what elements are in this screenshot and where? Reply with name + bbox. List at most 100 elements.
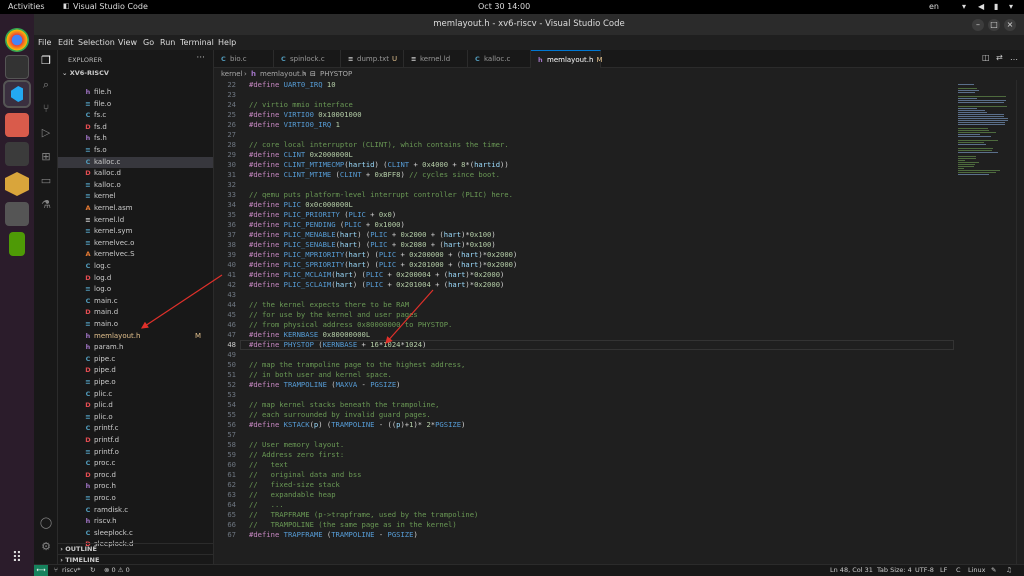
tab-kernel-ld[interactable]: ≡ kernel.ld xyxy=(404,50,468,68)
breadcrumb-symbol[interactable]: PHYSTOP xyxy=(320,68,352,80)
trash-icon[interactable] xyxy=(9,232,25,256)
vscode-icon[interactable] xyxy=(3,80,31,108)
file-item[interactable]: h param.h xyxy=(58,342,213,354)
menu-terminal[interactable]: Terminal xyxy=(180,38,214,47)
file-item[interactable]: h proc.h xyxy=(58,481,213,493)
battery-icon[interactable]: ▮ xyxy=(994,2,998,11)
file-item[interactable]: Clog.c xyxy=(58,261,213,273)
account-icon[interactable]: ◯ xyxy=(39,516,53,530)
file-item[interactable]: ≡ plic.o xyxy=(58,412,213,424)
menu-edit[interactable]: Edit xyxy=(58,38,74,47)
file-item[interactable]: ≡ file.o xyxy=(58,99,213,111)
notifications-bell-icon[interactable]: ♫ xyxy=(1006,565,1012,576)
settings-gear-icon[interactable]: ⚙ xyxy=(39,540,53,554)
git-branch[interactable]: riscv* xyxy=(62,565,81,576)
vertical-scrollbar[interactable] xyxy=(1016,80,1024,564)
file-item[interactable]: Cproc.c xyxy=(58,458,213,470)
file-item[interactable]: Dpipe.d xyxy=(58,365,213,377)
run-debug-icon[interactable]: ▷ xyxy=(39,126,53,140)
file-item[interactable]: Dplic.d xyxy=(58,400,213,412)
maximize-button[interactable]: □ xyxy=(988,19,1000,31)
code-editor[interactable]: 22 #define UART0_IRQ 10 23 24 // virtio mmio… xyxy=(214,80,954,564)
menu-go[interactable]: Go xyxy=(143,38,154,47)
split-editor-icon[interactable]: ◫ xyxy=(982,53,990,62)
outline-section[interactable]: › OUTLINE xyxy=(58,543,214,554)
project-folder[interactable]: ⌄ XV6-RISCV xyxy=(62,69,109,77)
close-button[interactable]: × xyxy=(1004,19,1016,31)
tab-kalloc-c[interactable]: Ckalloc.c xyxy=(468,50,531,68)
tab-size[interactable]: Tab Size: 4 xyxy=(877,565,912,576)
file-item[interactable]: h memlayout.h M xyxy=(58,331,213,343)
file-item[interactable]: ≡ kernel.sym xyxy=(58,226,213,238)
testing-icon[interactable]: ⚗ xyxy=(39,198,53,212)
file-item[interactable]: ≡ kernel xyxy=(58,191,213,203)
remote-explorer-icon[interactable]: ▭ xyxy=(39,174,53,188)
remote-indicator-icon[interactable]: ⟷ xyxy=(34,565,48,576)
language-indicator[interactable]: en xyxy=(929,2,939,11)
file-item[interactable]: Dproc.d xyxy=(58,470,213,482)
disk-icon[interactable] xyxy=(5,202,29,226)
file-item[interactable]: Cpipe.c xyxy=(58,354,213,366)
file-item[interactable]: Dprintf.d xyxy=(58,435,213,447)
file-item[interactable]: ≡ kernel.ld xyxy=(58,215,213,227)
tab-bio-c[interactable]: Cbio.c xyxy=(214,50,274,68)
file-item[interactable]: Cramdisk.c xyxy=(58,505,213,517)
file-item[interactable]: Akernel.asm xyxy=(58,203,213,215)
file-item[interactable]: ≡ pipe.o xyxy=(58,377,213,389)
files-icon[interactable] xyxy=(5,113,29,137)
file-item[interactable]: ≡ printf.o xyxy=(58,447,213,459)
sync-icon[interactable]: ↻ xyxy=(90,565,95,576)
search-icon[interactable]: ⌕ xyxy=(39,78,53,92)
cursor-position[interactable]: Ln 48, Col 31 xyxy=(830,565,873,576)
file-item[interactable]: Dfs.d xyxy=(58,122,213,134)
file-item[interactable]: ≡ fs.o xyxy=(58,145,213,157)
extensions-icon[interactable]: ⊞ xyxy=(39,150,53,164)
file-item[interactable]: Dmain.d xyxy=(58,307,213,319)
os-indicator[interactable]: Linux xyxy=(968,565,986,576)
file-item[interactable]: ≡ proc.o xyxy=(58,493,213,505)
minimize-button[interactable]: – xyxy=(972,19,984,31)
tab-spinlock-c[interactable]: Cspinlock.c xyxy=(274,50,341,68)
compare-icon[interactable]: ⇄ xyxy=(996,53,1003,62)
tab-dump-txt[interactable]: ≡ dump.txt U xyxy=(341,50,404,68)
file-item[interactable]: Dkalloc.d xyxy=(58,168,213,180)
terminal-icon[interactable] xyxy=(5,55,29,79)
chrome-icon[interactable] xyxy=(5,28,29,52)
menu-view[interactable]: View xyxy=(118,38,137,47)
menu-run[interactable]: Run xyxy=(160,38,175,47)
network-icon[interactable]: ▾ xyxy=(962,2,966,11)
more-actions-icon[interactable]: ··· xyxy=(196,53,205,63)
menu-file[interactable]: File xyxy=(38,38,51,47)
encoding[interactable]: UTF-8 xyxy=(915,565,934,576)
source-control-icon[interactable]: ⑂ xyxy=(39,102,53,116)
file-item[interactable]: ≡ kalloc.o xyxy=(58,180,213,192)
problems-indicator[interactable]: ⊗ 0 ⚠ 0 xyxy=(104,565,130,576)
minimap[interactable] xyxy=(954,80,1014,200)
line-ending[interactable]: LF xyxy=(940,565,947,576)
breadcrumb-file[interactable]: memlayout.h xyxy=(260,68,306,80)
menu-selection[interactable]: Selection xyxy=(78,38,115,47)
system-monitor-icon[interactable] xyxy=(5,142,29,166)
clock[interactable]: Oct 30 14:00 xyxy=(478,2,530,11)
explorer-icon[interactable]: ❐ xyxy=(39,54,53,68)
file-item[interactable]: h fs.h xyxy=(58,133,213,145)
file-item[interactable]: Ckalloc.c xyxy=(58,156,213,169)
app-menu[interactable]: Visual Studio Code xyxy=(73,2,148,11)
file-item[interactable]: Cplic.c xyxy=(58,389,213,401)
system-menu-icon[interactable]: ▾ xyxy=(1009,2,1013,11)
copilot-icon[interactable]: ✎ xyxy=(991,565,996,576)
volume-icon[interactable]: ◀ xyxy=(978,2,984,11)
file-item[interactable]: Cprintf.c xyxy=(58,423,213,435)
more-tab-actions-icon[interactable]: … xyxy=(1010,53,1018,62)
file-item[interactable]: Csleeplock.c xyxy=(58,528,213,540)
file-item[interactable]: Dlog.d xyxy=(58,273,213,285)
file-item[interactable]: h file.h xyxy=(58,87,213,99)
file-item[interactable]: h riscv.h xyxy=(58,516,213,528)
language-mode[interactable]: C xyxy=(956,565,961,576)
breadcrumb-folder[interactable]: kernel xyxy=(221,68,243,80)
menu-help[interactable]: Help xyxy=(218,38,236,47)
show-apps-icon[interactable]: ⠿ xyxy=(5,546,29,570)
activities-button[interactable]: Activities xyxy=(8,2,45,11)
file-item[interactable]: Akernelvec.S xyxy=(58,249,213,261)
file-item[interactable]: Cfs.c xyxy=(58,110,213,122)
